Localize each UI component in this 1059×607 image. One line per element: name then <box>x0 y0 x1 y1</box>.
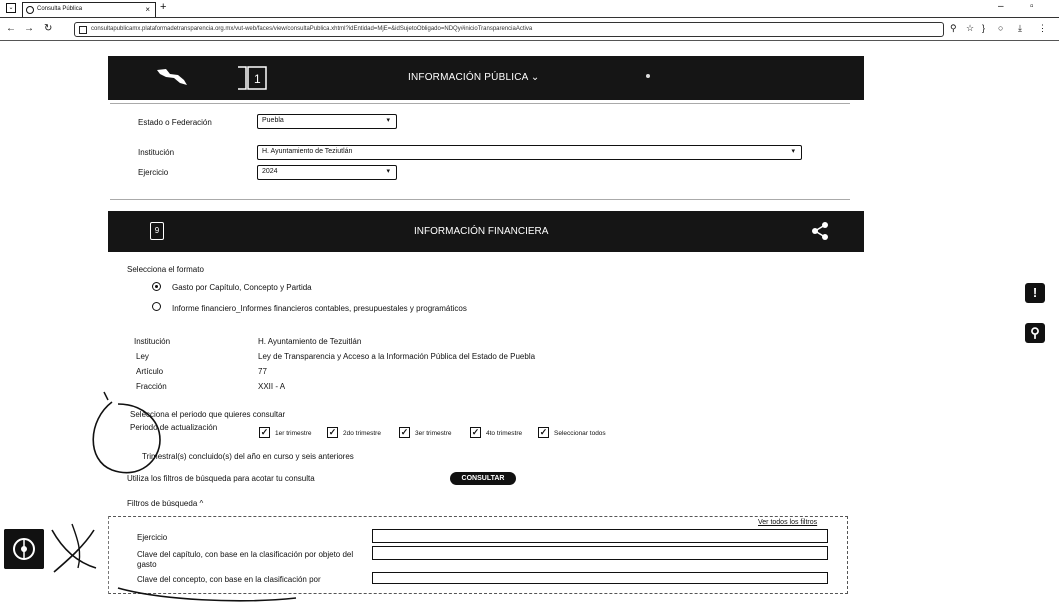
back-icon[interactable]: ← <box>6 23 16 34</box>
estado-value: Puebla <box>262 117 284 124</box>
tab-search-icon[interactable]: ⌄ <box>6 3 16 13</box>
label-4to-trimestre[interactable]: 4to trimestre <box>486 430 522 437</box>
financial-title: INFORMACIÓN FINANCIERA <box>414 226 549 237</box>
share-icon[interactable] <box>810 221 830 241</box>
filter-capitulo-input[interactable] <box>372 546 828 560</box>
see-all-filters-link[interactable]: Ver todos los filtros <box>758 519 817 526</box>
favicon-icon <box>26 6 34 14</box>
minimize-icon[interactable]: – <box>998 1 1004 12</box>
filter-ejercicio-label: Ejercicio <box>137 533 168 542</box>
tab-title: Consulta Pública <box>37 6 83 12</box>
reload-icon[interactable]: ↻ <box>44 23 52 34</box>
download-icon[interactable]: ⤓ <box>1018 23 1022 34</box>
checkbox-3er-trimestre[interactable]: ✓ <box>399 427 410 438</box>
bookmark-star-icon[interactable]: ☆ <box>966 23 974 34</box>
browser-menu-icon[interactable]: ⋮ <box>1038 23 1047 34</box>
book-icon: 1 <box>238 66 267 90</box>
filter-ejercicio-input[interactable] <box>372 529 828 543</box>
label-1er-trimestre[interactable]: 1er trimestre <box>275 430 311 437</box>
filter-capitulo-label: Clave del capítulo, con base en la clasi… <box>137 550 354 569</box>
address-bar-row: ← → ↻ consultapublicamx.plataformadetran… <box>0 19 1059 41</box>
inai-logo-icon <box>4 529 44 569</box>
browser-tab-strip: ⌄ Consulta Pública × + – ▫ <box>0 0 1059 18</box>
detail-ley-value: Ley de Transparencia y Acceso a la Infor… <box>258 352 536 361</box>
estado-label: Estado o Federación <box>138 118 212 127</box>
detail-fraccion-value: XXII - A <box>258 382 286 391</box>
info-icon[interactable]: ! <box>1025 283 1045 303</box>
detail-institucion-value: H. Ayuntamiento de Tezuitlán <box>258 337 362 346</box>
estado-select[interactable]: Puebla ▾ <box>257 114 397 129</box>
financial-header: 9 INFORMACIÓN FINANCIERA <box>108 211 864 252</box>
period-select-label: Selecciona el periodo que quieres consul… <box>130 410 286 419</box>
ejercicio-value: 2024 <box>262 168 278 175</box>
checkbox-4to-trimestre[interactable]: ✓ <box>470 427 481 438</box>
label-2do-trimestre[interactable]: 2do trimestre <box>343 430 381 437</box>
label-3er-trimestre[interactable]: 3er trimestre <box>415 430 451 437</box>
header-dot <box>646 74 650 78</box>
close-tab-icon[interactable]: × <box>145 5 150 14</box>
period-update-label: Periodo de actualización <box>130 423 218 432</box>
ejercicio-label: Ejercicio <box>138 168 169 177</box>
filters-hint: Utiliza los filtros de búsqueda para aco… <box>127 474 315 483</box>
ejercicio-select[interactable]: 2024 ▾ <box>257 165 397 180</box>
detail-articulo-label: Artículo <box>136 367 164 376</box>
restore-icon[interactable]: ▫ <box>1030 1 1034 12</box>
period-note: Trimestral(s) concluido(s) del año en cu… <box>142 452 354 461</box>
divider <box>110 103 850 104</box>
forward-icon[interactable]: → <box>24 23 34 34</box>
checkbox-1er-trimestre[interactable]: ✓ <box>259 427 270 438</box>
institucion-label: Institución <box>138 148 175 157</box>
url-input[interactable]: consultapublicamx.plataformadetransparen… <box>74 22 944 37</box>
profile-icon[interactable]: ○ <box>998 23 1003 33</box>
search-icon[interactable]: ⚲ <box>950 23 957 34</box>
format-option-informe[interactable]: Informe financiero_Informes financieros … <box>172 304 467 313</box>
select-format-label: Selecciona el formato <box>127 265 204 274</box>
chevron-down-icon: ▾ <box>386 168 390 175</box>
detail-ley-label: Ley <box>136 352 149 361</box>
checkbox-seleccionar-todos[interactable]: ✓ <box>538 427 549 438</box>
checkbox-2do-trimestre[interactable]: ✓ <box>327 427 338 438</box>
institucion-value: H. Ayuntamiento de Teziutlán <box>262 148 353 155</box>
format-radio-gasto[interactable] <box>152 282 161 291</box>
filters-toggle[interactable]: Filtros de búsqueda ^ <box>127 499 203 508</box>
browser-tab[interactable]: Consulta Pública × <box>22 2 156 17</box>
accessibility-zoom-icon[interactable]: ⚲ <box>1025 323 1045 343</box>
extension-icon[interactable]: } <box>982 23 985 33</box>
header-title[interactable]: INFORMACIÓN PÚBLICA ⌄ <box>408 72 540 83</box>
detail-institucion-label: Institución <box>134 337 171 346</box>
url-text: consultapublicamx.plataformadetransparen… <box>91 26 533 32</box>
detail-fraccion-label: Fracción <box>136 382 167 391</box>
format-radio-informe[interactable] <box>152 302 161 311</box>
site-info-icon[interactable] <box>79 26 87 34</box>
site-header: 1 INFORMACIÓN PÚBLICA ⌄ <box>108 56 864 100</box>
detail-articulo-value: 77 <box>258 367 267 376</box>
institucion-select[interactable]: H. Ayuntamiento de Teziutlán ▾ <box>257 145 802 160</box>
new-tab-button[interactable]: + <box>160 1 166 13</box>
filter-concepto-label: Clave del concepto, con base en la clasi… <box>137 575 321 584</box>
document-icon: 9 <box>150 222 164 240</box>
mexico-logo-icon <box>157 69 187 85</box>
chevron-down-icon: ▾ <box>791 148 795 155</box>
svg-text:1: 1 <box>254 72 261 86</box>
chevron-down-icon: ▾ <box>386 117 390 124</box>
format-option-gasto[interactable]: Gasto por Capítulo, Concepto y Partida <box>172 283 312 292</box>
filter-concepto-input[interactable] <box>372 572 828 584</box>
label-seleccionar-todos[interactable]: Seleccionar todos <box>554 430 606 437</box>
divider <box>110 199 850 200</box>
consult-button[interactable]: CONSULTAR <box>450 472 516 485</box>
